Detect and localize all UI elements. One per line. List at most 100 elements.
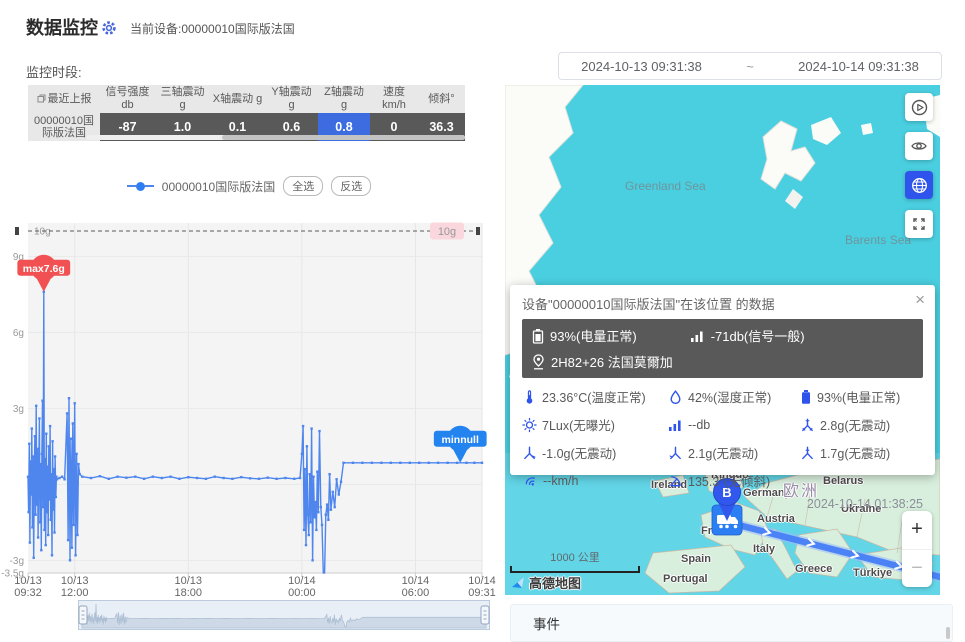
select-all-button[interactable]: 全选 xyxy=(283,176,323,196)
data-monitor-page: 数据监控 当前设备:00000010国际版法国 监控时段: 最近上报 信号强度 … xyxy=(0,0,965,642)
eye-icon xyxy=(910,137,928,155)
col-signal: 信号强度 db xyxy=(100,85,155,113)
map-layer-button[interactable] xyxy=(905,171,933,199)
sensor-temperature: 23.36°C(温度正常) xyxy=(522,387,668,406)
chart-legend: 00000010国际版法国 全选 反选 xyxy=(8,176,490,196)
svg-text:-3.5g: -3.5g xyxy=(1,569,24,580)
map-label-france: France xyxy=(701,525,737,537)
table-horizontal-scrollbar[interactable] xyxy=(86,135,465,140)
svg-text:09:31: 09:31 xyxy=(468,587,496,599)
svg-text:minnull: minnull xyxy=(442,434,479,446)
popup-close-icon[interactable]: × xyxy=(915,291,925,308)
globe-icon xyxy=(911,177,928,194)
popup-timestamp: 2024-10-14 01:38:25 xyxy=(522,497,923,511)
chart-datazoom-slider[interactable] xyxy=(78,600,490,630)
zoom-out-button[interactable]: − xyxy=(902,549,932,588)
monitor-period-label: 监控时段: xyxy=(26,62,82,81)
events-panel[interactable]: 事件 xyxy=(510,604,953,642)
popup-status-banner: 93%(电量正常) -71db(信号一般) 2H82+26 法国莫爾加 xyxy=(522,319,923,378)
fullscreen-button[interactable] xyxy=(905,210,933,238)
sensor-battery: 93%(电量正常) xyxy=(800,387,923,406)
date-end-input[interactable]: 2024-10-14 09:31:38 xyxy=(798,59,919,74)
svg-text:09:32: 09:32 xyxy=(14,587,42,599)
map-canvas[interactable]: Greenland Sea Barents Sea Ireland Kingdo… xyxy=(505,85,940,595)
col-speed: 速度 km/h xyxy=(370,85,418,113)
svg-text:6g: 6g xyxy=(13,328,24,339)
map-label-greece: Greece xyxy=(795,563,832,575)
col-y-vibration: Y轴震动 g xyxy=(265,85,318,113)
expand-icon xyxy=(911,216,927,232)
recent-report-icon xyxy=(37,94,46,103)
vibration-axis-icon xyxy=(668,445,683,461)
vibration-axis-icon xyxy=(800,445,815,461)
svg-text:-3g: -3g xyxy=(10,556,24,567)
banner-location: 2H82+26 法国莫爾加 xyxy=(532,352,673,371)
settings-gear-icon[interactable] xyxy=(100,19,118,37)
sensor-vibration-x: -1.0g(无震动) xyxy=(522,443,668,462)
legend-series-marker[interactable] xyxy=(127,182,154,191)
svg-text:3g: 3g xyxy=(13,404,24,415)
map-label-spain: Spain xyxy=(681,553,711,565)
device-info-popup: 设备"00000010国际版法国"在该位置 的数据 × 93%(电量正常) -7… xyxy=(510,285,935,475)
map-label-greenland-sea: Greenland Sea xyxy=(625,179,706,193)
device-data-table[interactable]: 最近上报 信号强度 db 三轴震动 g X轴震动 g Y轴震动 g Z轴震动 g… xyxy=(28,85,465,141)
date-start-input[interactable]: 2024-10-13 09:31:38 xyxy=(581,59,702,74)
svg-text:10/13: 10/13 xyxy=(175,575,203,587)
legend-series-label[interactable]: 00000010国际版法国 xyxy=(162,178,275,195)
vibration-line-chart[interactable]: 10/1309:3210/1312:0010/1318:0010/1400:00… xyxy=(0,215,490,600)
play-icon xyxy=(911,99,928,116)
location-pin-icon xyxy=(532,354,545,370)
light-icon xyxy=(522,417,537,433)
humidity-icon xyxy=(668,389,683,405)
scale-bar-line xyxy=(510,566,640,573)
date-range-separator: ~ xyxy=(746,59,754,74)
battery-icon xyxy=(532,328,544,344)
col-triaxial-vibration: 三轴震动 g xyxy=(155,85,210,113)
date-range-picker[interactable]: 2024-10-13 09:31:38 ~ 2024-10-14 09:31:3… xyxy=(558,52,942,80)
zoom-in-button[interactable]: + xyxy=(902,511,932,549)
svg-text:06:00: 06:00 xyxy=(402,587,430,599)
svg-text:10g: 10g xyxy=(438,226,456,238)
svg-text:12:00: 12:00 xyxy=(61,587,89,599)
events-title: 事件 xyxy=(533,613,560,633)
popup-title: 设备"00000010国际版法国"在该位置 的数据 xyxy=(522,294,923,313)
signal-bars-icon xyxy=(668,418,683,432)
col-z-vibration: Z轴震动 g xyxy=(318,85,370,113)
col-recent-report: 最近上报 xyxy=(28,85,100,113)
map-label-barents-sea: Barents Sea xyxy=(845,233,911,247)
sensor-vibration-y: 2.1g(无震动) xyxy=(668,443,800,462)
svg-text:00:00: 00:00 xyxy=(288,587,316,599)
svg-text:18:00: 18:00 xyxy=(175,587,203,599)
temperature-icon xyxy=(522,389,537,405)
visibility-button[interactable] xyxy=(905,132,933,160)
svg-text:10/13: 10/13 xyxy=(61,575,89,587)
vibration-axis-icon xyxy=(522,445,537,461)
speed-icon xyxy=(522,473,538,488)
scrollbar-thumb[interactable] xyxy=(222,135,465,140)
col-tilt: 倾斜° xyxy=(418,85,465,113)
map-scale-bar: 1000 公里 xyxy=(510,549,640,573)
current-device-label: 当前设备:00000010国际版法国 xyxy=(130,20,295,37)
signal-bars-icon xyxy=(690,329,705,343)
events-scrollbar[interactable] xyxy=(946,627,950,639)
sensor-grid: 23.36°C(温度正常) 42%(湿度正常) 93%(电量正常) 7Lux(无… xyxy=(522,387,923,490)
invert-selection-button[interactable]: 反选 xyxy=(331,176,371,196)
scale-text: 1000 公里 xyxy=(550,552,600,564)
svg-text:10/14: 10/14 xyxy=(468,575,496,587)
map-label-turkiye: Türkiye xyxy=(853,567,892,579)
map-label-portugal: Portugal xyxy=(663,573,708,585)
vibration-axis-icon xyxy=(800,417,815,433)
tilt-icon xyxy=(668,473,683,489)
battery-icon xyxy=(800,389,812,405)
amap-logo[interactable]: 高德地图 xyxy=(511,573,581,592)
table-header-row: 最近上报 信号强度 db 三轴震动 g X轴震动 g Y轴震动 g Z轴震动 g… xyxy=(28,85,465,113)
col-x-vibration: X轴震动 g xyxy=(210,85,265,113)
page-title: 数据监控 xyxy=(26,14,98,40)
sensor-speed: --km/h xyxy=(522,471,668,490)
play-track-button[interactable] xyxy=(905,93,933,121)
svg-text:10/14: 10/14 xyxy=(288,575,316,587)
sensor-light: 7Lux(无曝光) xyxy=(522,415,668,434)
svg-text:10/14: 10/14 xyxy=(402,575,430,587)
sensor-vibration-total: 2.8g(无震动) xyxy=(800,415,923,434)
sensor-humidity: 42%(湿度正常) xyxy=(668,387,800,406)
